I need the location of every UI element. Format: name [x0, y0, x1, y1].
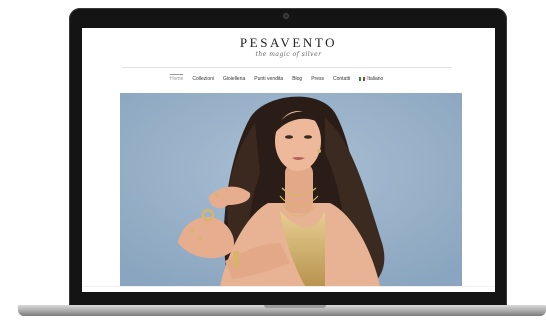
laptop-lid: PESAVENTO the magic of silver Home Colle…: [69, 8, 507, 311]
main-navigation: Home Collezioni Gioielleria Punti vendit…: [170, 74, 383, 83]
nav-item-contatti[interactable]: Contatti: [333, 76, 350, 82]
earring: [317, 149, 321, 153]
ring-2: [190, 229, 194, 233]
nav-item-blog[interactable]: Blog: [292, 76, 302, 82]
nav-item-collezioni[interactable]: Collezioni: [192, 76, 214, 82]
eye-right: [304, 135, 312, 139]
brand-tagline: the magic of silver: [255, 51, 322, 58]
ring-3: [198, 237, 202, 241]
brand-logo[interactable]: PESAVENTO: [82, 36, 495, 50]
bracelet-lower: [233, 251, 239, 267]
nav-item-press[interactable]: Press: [311, 76, 324, 82]
site-header: PESAVENTO the magic of silver: [82, 28, 495, 80]
laptop-base: [18, 305, 546, 316]
hero-image: [120, 93, 462, 286]
nav-item-gioielleria[interactable]: Gioielleria: [223, 76, 245, 82]
laptop-screen: PESAVENTO the magic of silver Home Colle…: [82, 28, 495, 292]
hero-model-illustration: [120, 93, 462, 286]
language-selector[interactable]: Italiano: [359, 76, 383, 82]
ring-1: [215, 193, 219, 197]
language-label: Italiano: [367, 76, 384, 82]
laptop-notch: [264, 305, 326, 308]
italian-flag-icon: [359, 76, 366, 81]
footer-divider: [82, 286, 495, 287]
nav-item-punti-vendita[interactable]: Punti vendita: [254, 76, 283, 82]
nav-item-home[interactable]: Home: [170, 74, 184, 82]
webcam-icon: [283, 13, 289, 19]
eye-left: [285, 135, 293, 139]
nav-divider: [122, 67, 452, 68]
